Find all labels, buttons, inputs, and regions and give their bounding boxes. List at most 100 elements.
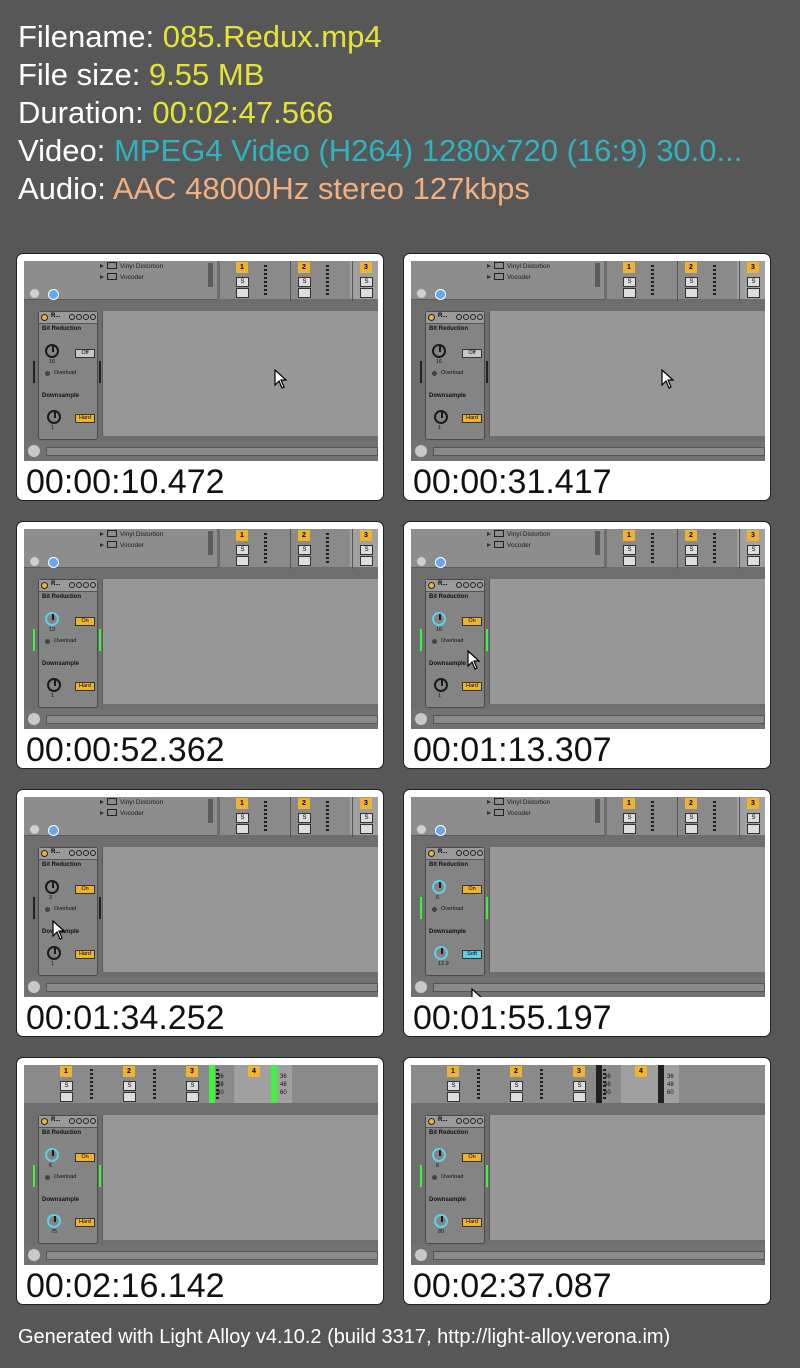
- downsample-knob[interactable]: [434, 1214, 448, 1228]
- track-number[interactable]: 3: [747, 530, 759, 541]
- browser-scrollbar[interactable]: [595, 531, 600, 555]
- solo-button[interactable]: S: [236, 813, 249, 823]
- track-number[interactable]: 2: [685, 262, 697, 273]
- bit-depth-knob[interactable]: [45, 1148, 59, 1162]
- device-power-icon[interactable]: [41, 582, 48, 589]
- hotswap-icon[interactable]: [417, 557, 426, 566]
- device-chain-icon[interactable]: [435, 557, 446, 568]
- record-arm-icon[interactable]: [236, 556, 249, 566]
- downsample-mode-toggle[interactable]: Hard: [75, 414, 95, 423]
- record-arm-icon[interactable]: [510, 1092, 523, 1102]
- bit-reduction-toggle[interactable]: On: [462, 617, 482, 626]
- overload-led[interactable]: [45, 1175, 50, 1180]
- device-chain-icon[interactable]: [48, 289, 59, 300]
- device-header-icon[interactable]: [477, 1118, 483, 1124]
- track-number[interactable]: 4: [248, 1066, 260, 1077]
- downsample-knob[interactable]: [47, 410, 61, 424]
- device-drop-area[interactable]: [102, 847, 378, 972]
- bit-depth-knob[interactable]: [432, 612, 446, 626]
- play-icon[interactable]: [415, 713, 427, 725]
- downsample-knob[interactable]: [434, 410, 448, 424]
- device-header-icon[interactable]: [69, 314, 75, 320]
- track-number[interactable]: 3: [747, 798, 759, 809]
- thumbnail-card[interactable]: Vinyl Distortion Vocoder 1 S 2 S 3 S R... Bit Red…: [403, 521, 771, 769]
- device-header-icon[interactable]: [456, 582, 462, 588]
- solo-button[interactable]: S: [623, 813, 636, 823]
- device-header-icon[interactable]: [470, 1118, 476, 1124]
- record-arm-icon[interactable]: [360, 556, 373, 566]
- scroll-bar[interactable]: [433, 715, 765, 724]
- bit-reduction-toggle[interactable]: Off: [462, 349, 482, 358]
- track-number[interactable]: 1: [447, 1066, 459, 1077]
- downsample-mode-toggle[interactable]: Hard: [462, 414, 482, 423]
- play-icon[interactable]: [28, 445, 40, 457]
- scroll-bar[interactable]: [46, 1251, 378, 1260]
- solo-button[interactable]: S: [360, 813, 373, 823]
- downsample-mode-toggle[interactable]: Hard: [462, 1218, 482, 1227]
- solo-button[interactable]: S: [685, 277, 698, 287]
- track-number[interactable]: 1: [236, 798, 248, 809]
- play-icon[interactable]: [28, 1249, 40, 1261]
- solo-button[interactable]: S: [360, 545, 373, 555]
- scroll-bar[interactable]: [433, 1251, 765, 1260]
- device-header-icon[interactable]: [477, 314, 483, 320]
- device-header-icon[interactable]: [83, 314, 89, 320]
- track-number[interactable]: 3: [360, 262, 372, 273]
- solo-button[interactable]: S: [623, 545, 636, 555]
- overload-led[interactable]: [432, 907, 437, 912]
- solo-button[interactable]: S: [60, 1081, 73, 1091]
- record-arm-icon[interactable]: [447, 1092, 460, 1102]
- device-power-icon[interactable]: [41, 1118, 48, 1125]
- overload-led[interactable]: [45, 371, 50, 376]
- device-drop-area[interactable]: [102, 1115, 378, 1240]
- scroll-bar[interactable]: [46, 447, 378, 456]
- record-arm-icon[interactable]: [60, 1092, 73, 1102]
- device-header-icon[interactable]: [456, 850, 462, 856]
- play-icon[interactable]: [28, 981, 40, 993]
- track-number[interactable]: 1: [60, 1066, 72, 1077]
- bit-reduction-toggle[interactable]: On: [75, 885, 95, 894]
- solo-button[interactable]: S: [298, 545, 311, 555]
- overload-led[interactable]: [45, 907, 50, 912]
- bit-reduction-toggle[interactable]: On: [75, 617, 95, 626]
- track-number[interactable]: 3: [573, 1066, 585, 1077]
- record-arm-icon[interactable]: [298, 288, 311, 298]
- downsample-knob[interactable]: [47, 1214, 61, 1228]
- hotswap-icon[interactable]: [417, 289, 426, 298]
- bit-depth-knob[interactable]: [45, 612, 59, 626]
- track-number[interactable]: 3: [360, 530, 372, 541]
- device-power-icon[interactable]: [428, 1118, 435, 1125]
- thumbnail-card[interactable]: Vinyl Distortion Vocoder 1 S 2 S 3 S R... Bit Red…: [16, 789, 384, 1037]
- track-number[interactable]: 1: [623, 798, 635, 809]
- device-header-icon[interactable]: [90, 1118, 96, 1124]
- solo-button[interactable]: S: [236, 277, 249, 287]
- device-header-icon[interactable]: [470, 582, 476, 588]
- record-arm-icon[interactable]: [747, 556, 760, 566]
- track-number[interactable]: 2: [685, 798, 697, 809]
- track-number[interactable]: 1: [236, 262, 248, 273]
- hotswap-icon[interactable]: [417, 825, 426, 834]
- record-arm-icon[interactable]: [685, 556, 698, 566]
- downsample-mode-toggle[interactable]: Hard: [462, 682, 482, 691]
- browser-scrollbar[interactable]: [208, 263, 213, 287]
- track-number[interactable]: 3: [186, 1066, 198, 1077]
- device-header-icon[interactable]: [456, 314, 462, 320]
- device-header-icon[interactable]: [463, 314, 469, 320]
- device-chain-icon[interactable]: [435, 289, 446, 300]
- overload-led[interactable]: [432, 1175, 437, 1180]
- record-arm-icon[interactable]: [747, 288, 760, 298]
- track-number[interactable]: 3: [747, 262, 759, 273]
- play-icon[interactable]: [415, 981, 427, 993]
- browser-scrollbar[interactable]: [208, 531, 213, 555]
- track-number[interactable]: 2: [298, 530, 310, 541]
- bit-depth-knob[interactable]: [45, 880, 59, 894]
- device-header-icon[interactable]: [477, 850, 483, 856]
- solo-button[interactable]: S: [236, 545, 249, 555]
- device-header-icon[interactable]: [90, 314, 96, 320]
- solo-button[interactable]: S: [123, 1081, 136, 1091]
- scroll-bar[interactable]: [46, 983, 378, 992]
- thumbnail-card[interactable]: Vinyl Distortion Vocoder 1 S 2 S 3 S R... Bit Red…: [403, 253, 771, 501]
- record-arm-icon[interactable]: [236, 288, 249, 298]
- bit-depth-knob[interactable]: [432, 344, 446, 358]
- device-power-icon[interactable]: [41, 850, 48, 857]
